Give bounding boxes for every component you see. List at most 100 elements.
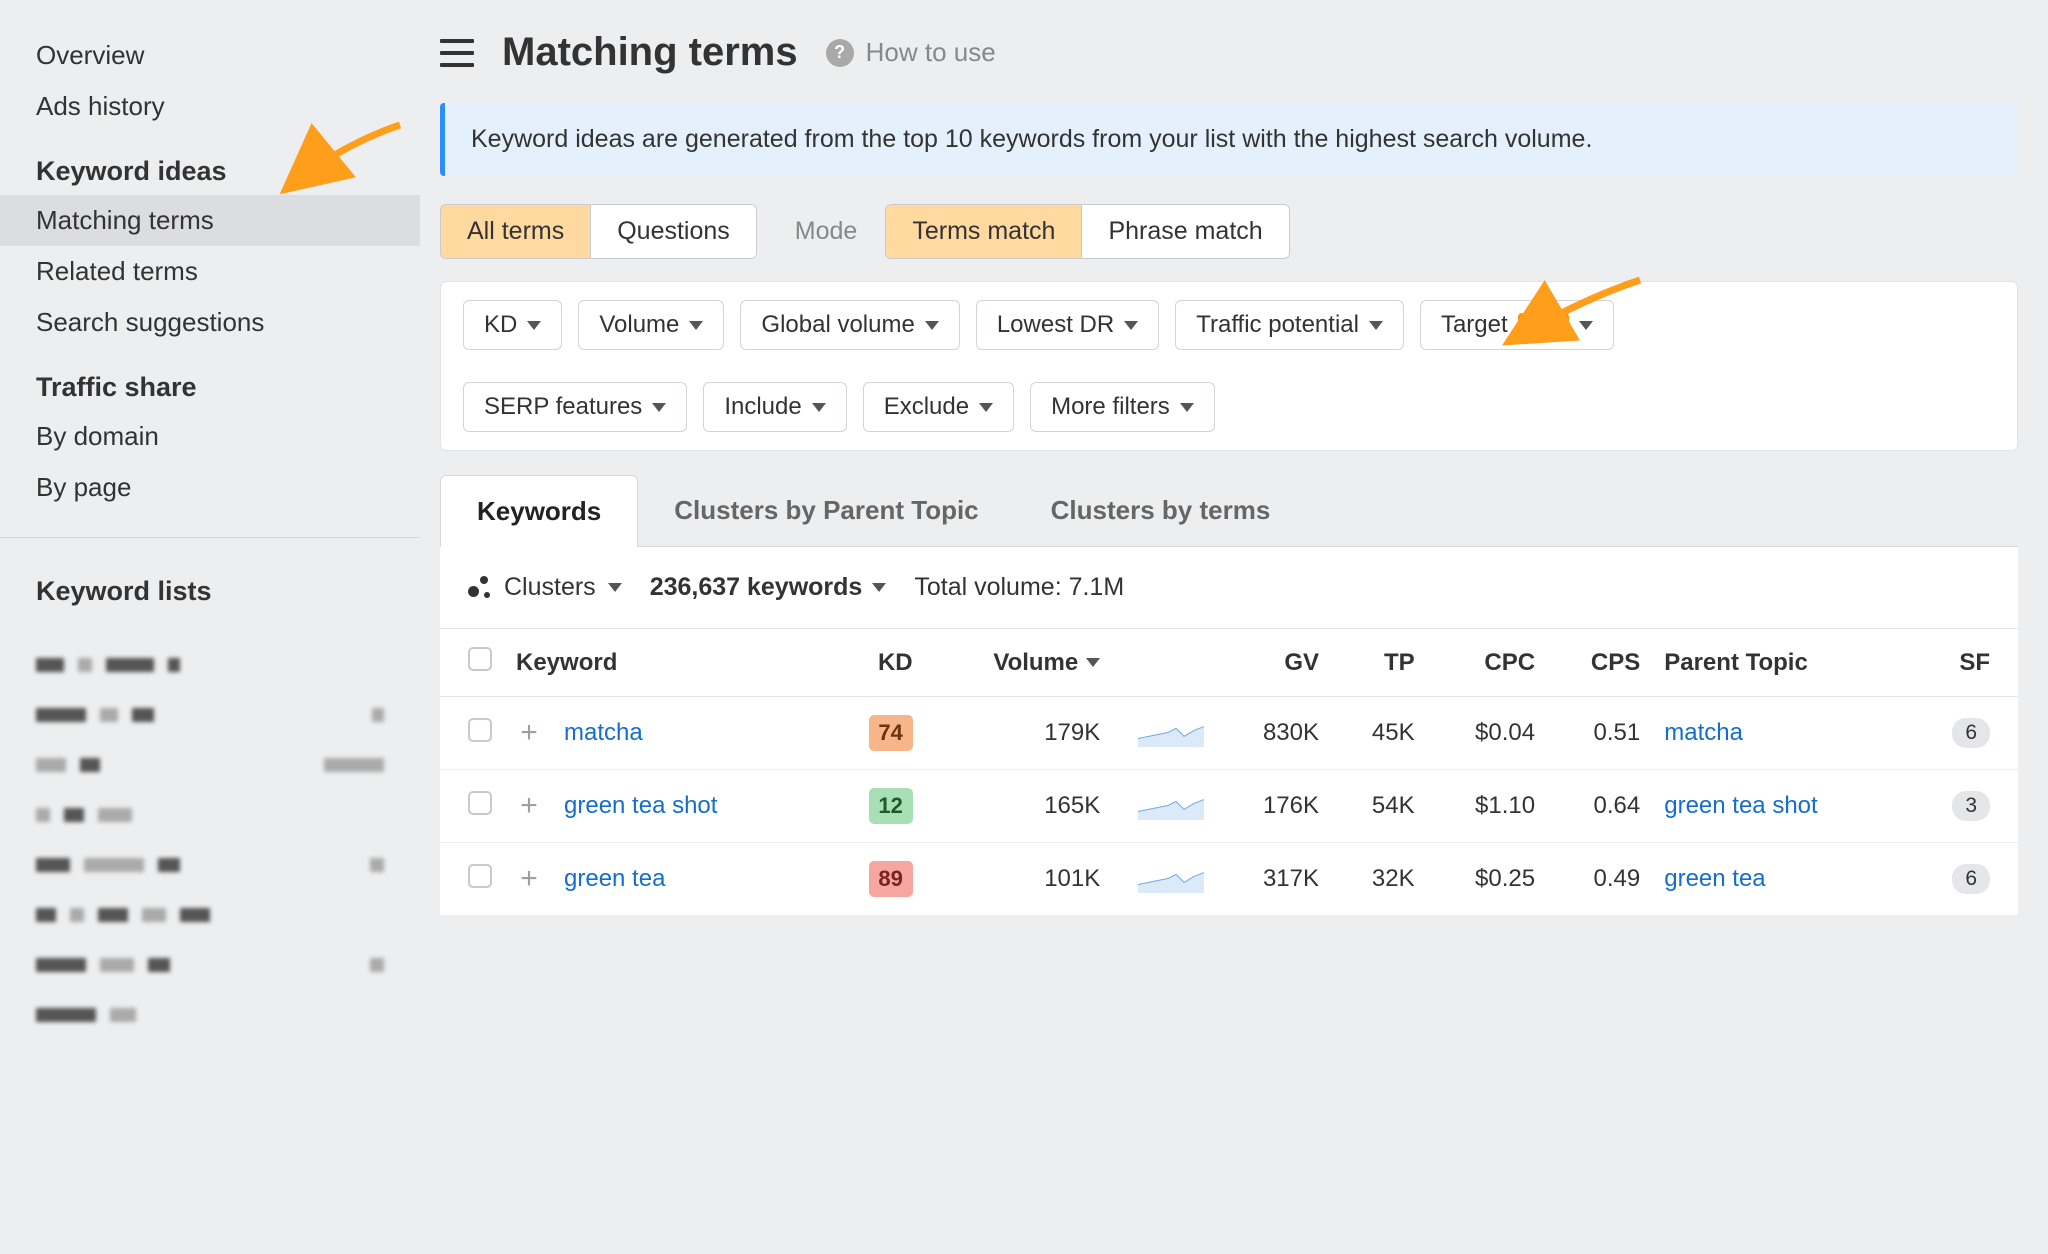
caret-down-icon xyxy=(527,321,541,330)
filter-lowest-dr[interactable]: Lowest DR xyxy=(976,300,1159,350)
total-volume-label: Total volume: 7.1M xyxy=(914,573,1124,602)
caret-down-icon xyxy=(872,583,886,592)
kd-badge: 74 xyxy=(869,715,913,751)
hamburger-icon[interactable] xyxy=(440,39,474,67)
seg-phrase-match[interactable]: Phrase match xyxy=(1082,205,1288,258)
col-cpc[interactable]: CPC xyxy=(1427,629,1547,697)
table-row: +green tea shot 12 165K 176K 54K $1.10 0… xyxy=(440,770,2018,843)
tab-clusters-terms[interactable]: Clusters by terms xyxy=(1015,475,1307,546)
cluster-dots-icon xyxy=(468,576,492,600)
col-volume[interactable]: Volume xyxy=(925,629,1113,697)
filter-serp-features[interactable]: SERP features xyxy=(463,382,687,432)
sf-badge: 3 xyxy=(1952,791,1990,821)
how-to-use-link[interactable]: ? How to use xyxy=(826,37,996,68)
sidebar-item-by-page[interactable]: By page xyxy=(0,462,420,513)
keyword-link[interactable]: matcha xyxy=(564,719,643,747)
caret-down-icon xyxy=(608,583,622,592)
new-badge: New xyxy=(1518,313,1569,337)
parent-topic-link[interactable]: matcha xyxy=(1664,719,1743,746)
match-segment: Terms match Phrase match xyxy=(885,204,1289,259)
filter-traffic-potential[interactable]: Traffic potential xyxy=(1175,300,1404,350)
col-gv[interactable]: GV xyxy=(1216,629,1331,697)
caret-down-icon xyxy=(979,403,993,412)
filter-volume[interactable]: Volume xyxy=(578,300,724,350)
keyword-link[interactable]: green tea shot xyxy=(564,792,717,820)
caret-down-icon xyxy=(1369,321,1383,330)
result-tabs: Keywords Clusters by Parent Topic Cluste… xyxy=(440,475,2018,547)
row-checkbox[interactable] xyxy=(468,864,492,888)
keyword-lists-blurred xyxy=(0,615,420,1065)
add-to-list-button[interactable]: + xyxy=(516,720,542,746)
sidebar-item-related-terms[interactable]: Related terms xyxy=(0,246,420,297)
seg-all-terms[interactable]: All terms xyxy=(441,205,591,258)
page-title: Matching terms xyxy=(502,30,798,75)
seg-terms-match[interactable]: Terms match xyxy=(886,205,1082,258)
row-checkbox[interactable] xyxy=(468,718,492,742)
add-to-list-button[interactable]: + xyxy=(516,866,542,892)
how-to-use-label: How to use xyxy=(866,37,996,68)
sidebar-item-search-suggestions[interactable]: Search suggestions xyxy=(0,297,420,348)
sidebar-section-traffic-share: Traffic share xyxy=(0,348,420,411)
seg-questions[interactable]: Questions xyxy=(591,205,756,258)
keyword-count-dropdown[interactable]: 236,637 keywords xyxy=(650,573,887,602)
sidebar-item-by-domain[interactable]: By domain xyxy=(0,411,420,462)
sf-badge: 6 xyxy=(1952,864,1990,894)
parent-topic-link[interactable]: green tea shot xyxy=(1664,792,1817,819)
caret-down-icon xyxy=(925,321,939,330)
gv-value: 317K xyxy=(1216,843,1331,916)
caret-down-icon xyxy=(689,321,703,330)
tp-value: 54K xyxy=(1331,770,1427,843)
cpc-value: $0.25 xyxy=(1427,843,1547,916)
cpc-value: $1.10 xyxy=(1427,770,1547,843)
parent-topic-link[interactable]: green tea xyxy=(1664,865,1765,892)
gv-value: 176K xyxy=(1216,770,1331,843)
volume-sparkline-icon xyxy=(1138,721,1204,747)
caret-down-icon xyxy=(652,403,666,412)
sidebar-item-ads-history[interactable]: Ads history xyxy=(0,81,420,132)
col-tp[interactable]: TP xyxy=(1331,629,1427,697)
caret-down-icon xyxy=(1124,321,1138,330)
volume-sparkline-icon xyxy=(1138,794,1204,820)
help-icon: ? xyxy=(826,39,854,67)
kd-badge: 89 xyxy=(869,861,913,897)
caret-down-icon xyxy=(1180,403,1194,412)
filters-panel: KD Volume Global volume Lowest DR Traffi… xyxy=(440,281,2018,451)
tab-keywords[interactable]: Keywords xyxy=(440,475,638,547)
keyword-link[interactable]: green tea xyxy=(564,865,665,893)
sidebar: Overview Ads history Keyword ideas Match… xyxy=(0,0,420,1254)
select-all-checkbox[interactable] xyxy=(468,647,492,671)
volume-value: 179K xyxy=(925,697,1113,770)
gv-value: 830K xyxy=(1216,697,1331,770)
table-wrap: Clusters 236,637 keywords Total volume: … xyxy=(440,547,2018,916)
cps-value: 0.51 xyxy=(1547,697,1652,770)
main-content: Matching terms ? How to use Keyword idea… xyxy=(420,0,2048,1254)
col-keyword[interactable]: Keyword xyxy=(504,629,827,697)
row-checkbox[interactable] xyxy=(468,791,492,815)
caret-down-icon xyxy=(812,403,826,412)
filter-kd[interactable]: KD xyxy=(463,300,562,350)
add-to-list-button[interactable]: + xyxy=(516,793,542,819)
volume-sparkline-icon xyxy=(1138,867,1204,893)
terms-segment: All terms Questions xyxy=(440,204,757,259)
sort-desc-icon xyxy=(1086,658,1100,667)
caret-down-icon xyxy=(1579,321,1593,330)
col-sf[interactable]: SF xyxy=(1907,629,2018,697)
filter-global-volume[interactable]: Global volume xyxy=(740,300,959,350)
cps-value: 0.64 xyxy=(1547,770,1652,843)
cps-value: 0.49 xyxy=(1547,843,1652,916)
mode-label: Mode xyxy=(795,217,858,246)
col-parent-topic[interactable]: Parent Topic xyxy=(1652,629,1906,697)
sidebar-item-overview[interactable]: Overview xyxy=(0,30,420,81)
tab-clusters-parent[interactable]: Clusters by Parent Topic xyxy=(638,475,1014,546)
tp-value: 45K xyxy=(1331,697,1427,770)
table-row: +matcha 74 179K 830K 45K $0.04 0.51 matc… xyxy=(440,697,2018,770)
col-cps[interactable]: CPS xyxy=(1547,629,1652,697)
sidebar-item-matching-terms[interactable]: Matching terms xyxy=(0,195,420,246)
filter-target[interactable]: TargetNew xyxy=(1420,300,1614,350)
filter-include[interactable]: Include xyxy=(703,382,846,432)
clusters-dropdown[interactable]: Clusters xyxy=(468,573,622,602)
filter-more-filters[interactable]: More filters xyxy=(1030,382,1215,432)
sidebar-divider xyxy=(0,537,420,538)
filter-exclude[interactable]: Exclude xyxy=(863,382,1014,432)
col-kd[interactable]: KD xyxy=(827,629,924,697)
